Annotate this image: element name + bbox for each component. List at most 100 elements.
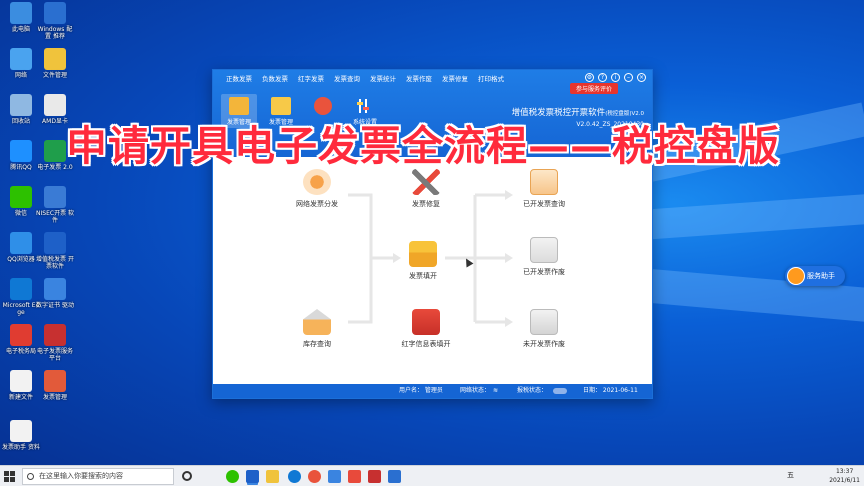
desktop-icon[interactable]: Windows 配置 推荐 — [36, 2, 74, 40]
clock-time: 13:37 — [835, 468, 854, 475]
app-green-taskbar-icon[interactable] — [226, 470, 239, 483]
desktop-icon[interactable]: NISEC开票 软件 — [36, 186, 74, 224]
desktop-icon[interactable]: 腾讯QQ — [2, 140, 40, 171]
node-label: 未开发票作废 — [523, 340, 565, 348]
node-issued-void[interactable]: 已开发票作废 — [509, 237, 579, 277]
node-unissued-void[interactable]: 未开发票作废 — [509, 309, 579, 349]
desktop-app-icon — [44, 370, 66, 392]
gift-box-icon — [409, 241, 437, 267]
desktop-icon[interactable]: 网络 — [2, 48, 40, 79]
desktop-icon-label: 此电脑 — [11, 26, 30, 33]
assistant-label: 服务助手 — [807, 272, 835, 280]
node-invoice-fill[interactable]: 发票填开 — [388, 241, 458, 281]
node-label: 发票修复 — [412, 200, 440, 208]
desktop-app-icon — [44, 186, 66, 208]
app-taskbar-icon[interactable] — [328, 470, 341, 483]
node-label: 已开发票作废 — [523, 268, 565, 276]
app-taskbar-icon[interactable] — [308, 470, 321, 483]
explorer-taskbar-icon[interactable] — [266, 470, 279, 483]
help-icon[interactable]: ? — [598, 73, 607, 82]
service-rating-button[interactable]: 参与服务评价 — [569, 83, 618, 94]
menu-invoice-repair[interactable]: 发票修复 — [437, 74, 473, 85]
desktop-icon[interactable]: 此电脑 — [2, 2, 40, 33]
desktop-icon-label: Microsoft Edge — [2, 302, 40, 316]
desktop-icon[interactable]: 增值税发票 开票软件 — [36, 232, 74, 270]
info-icon[interactable]: i — [611, 73, 620, 82]
scissors-document-icon — [530, 309, 558, 335]
node-invoice-repair[interactable]: 发票修复 — [391, 169, 461, 209]
wallpaper-beam — [638, 193, 864, 240]
menu-positive-invoice[interactable]: 正数发票 — [221, 74, 257, 85]
desktop-icon-label: 发票管理 — [42, 394, 67, 401]
node-issued-query[interactable]: 已开发票查询 — [509, 169, 579, 209]
desktop-icon[interactable]: 微信 — [2, 186, 40, 217]
status-bar: 用户名： 管理员 网络状态： ≋ 报税状态： 日期： 2021-06-11 — [213, 384, 652, 398]
desktop-app-icon — [10, 2, 32, 24]
desktop-app-icon — [10, 140, 32, 162]
document-search-icon — [530, 169, 558, 195]
assistant-face-icon — [787, 267, 805, 285]
desktop-app-icon — [10, 48, 32, 70]
desktop-app-icon — [10, 186, 32, 208]
system-clock[interactable]: 13:37 2021/6/11 — [829, 467, 860, 485]
tools-icon — [412, 169, 440, 195]
menu-negative-invoice[interactable]: 负数发票 — [257, 74, 293, 85]
desktop-icon[interactable]: Microsoft Edge — [2, 278, 40, 316]
desktop-icon[interactable]: QQ浏览器 — [2, 232, 40, 263]
desktop-icon[interactable]: 数字证书 驱动 — [36, 278, 74, 309]
status-network: 网络状态： — [460, 387, 491, 394]
node-network-distribution[interactable]: 网络发票分发 — [282, 169, 352, 209]
ime-indicator[interactable]: 五 — [787, 470, 794, 480]
overlay-title: 申请开具电子发票全流程——税控盘版 — [66, 122, 780, 170]
desktop-icon-label: 腾讯QQ — [10, 164, 32, 171]
desktop-app-icon — [10, 370, 32, 392]
close-icon[interactable]: × — [637, 73, 646, 82]
desktop-app-icon — [10, 420, 32, 442]
menu-invoice-stats[interactable]: 发票统计 — [365, 74, 401, 85]
desktop-icon[interactable]: 回收站 — [2, 94, 40, 125]
task-view-icon[interactable] — [182, 471, 192, 481]
taskbar: 在这里输入你要搜索的内容 五 13:37 2021/6/11 — [0, 465, 864, 486]
desktop-app-icon — [44, 140, 66, 162]
service-assistant-button[interactable]: 服务助手 — [785, 266, 845, 286]
settings-icon[interactable]: ⚙ — [585, 73, 594, 82]
house-search-icon — [303, 309, 331, 335]
desktop-icon-label: QQ浏览器 — [7, 256, 35, 263]
menu-invoice-void[interactable]: 发票作废 — [401, 74, 437, 85]
invoice-app-taskbar-icon[interactable] — [246, 470, 259, 483]
status-user: 用户名： 管理员 — [399, 387, 443, 394]
desktop-app-icon — [10, 278, 32, 300]
node-stock-query[interactable]: 库存查询 — [282, 309, 352, 349]
app-taskbar-icon[interactable] — [348, 470, 361, 483]
desktop-icon[interactable]: 电子税务局 — [2, 324, 40, 355]
desktop-app-icon — [10, 232, 32, 254]
desktop-icon[interactable]: 发票管理 — [36, 370, 74, 401]
desktop-icon-label: 网络 — [14, 72, 27, 79]
status-tax: 报税状态： — [517, 387, 548, 394]
node-red-info-table[interactable]: 红字信息表填开 — [391, 309, 461, 349]
desktop-icon[interactable]: 新建文件 — [2, 370, 40, 401]
edge-taskbar-icon[interactable] — [288, 470, 301, 483]
node-label: 已开发票查询 — [523, 200, 565, 208]
taskbar-search-input[interactable]: 在这里输入你要搜索的内容 — [22, 468, 174, 485]
desktop-icon-label: 文件管理 — [42, 72, 67, 79]
menu-red-invoice[interactable]: 红字发票 — [293, 74, 329, 85]
desktop-app-icon — [10, 94, 32, 116]
red-document-icon — [412, 309, 440, 335]
tax-toggle[interactable] — [553, 388, 567, 394]
menu-print-format[interactable]: 打印格式 — [473, 74, 509, 85]
desktop-icon-label: 电子税务局 — [5, 348, 36, 355]
desktop-icon[interactable]: 文件管理 — [36, 48, 74, 79]
desktop-icon[interactable]: 发票助手 资料 — [2, 420, 40, 451]
app-taskbar-icon[interactable] — [388, 470, 401, 483]
node-label: 网络发票分发 — [296, 200, 338, 208]
node-label: 红字信息表填开 — [401, 340, 451, 348]
desktop-icon[interactable]: 电子发票服务 平台 — [36, 324, 74, 362]
windows-start-icon[interactable] — [4, 471, 15, 482]
desktop-app-icon — [44, 2, 66, 24]
desktop-icon-label: 微信 — [14, 210, 27, 217]
desktop-app-icon — [44, 232, 66, 254]
menu-invoice-query[interactable]: 发票查询 — [329, 74, 365, 85]
minimize-icon[interactable]: – — [624, 73, 633, 82]
app-taskbar-icon[interactable] — [368, 470, 381, 483]
